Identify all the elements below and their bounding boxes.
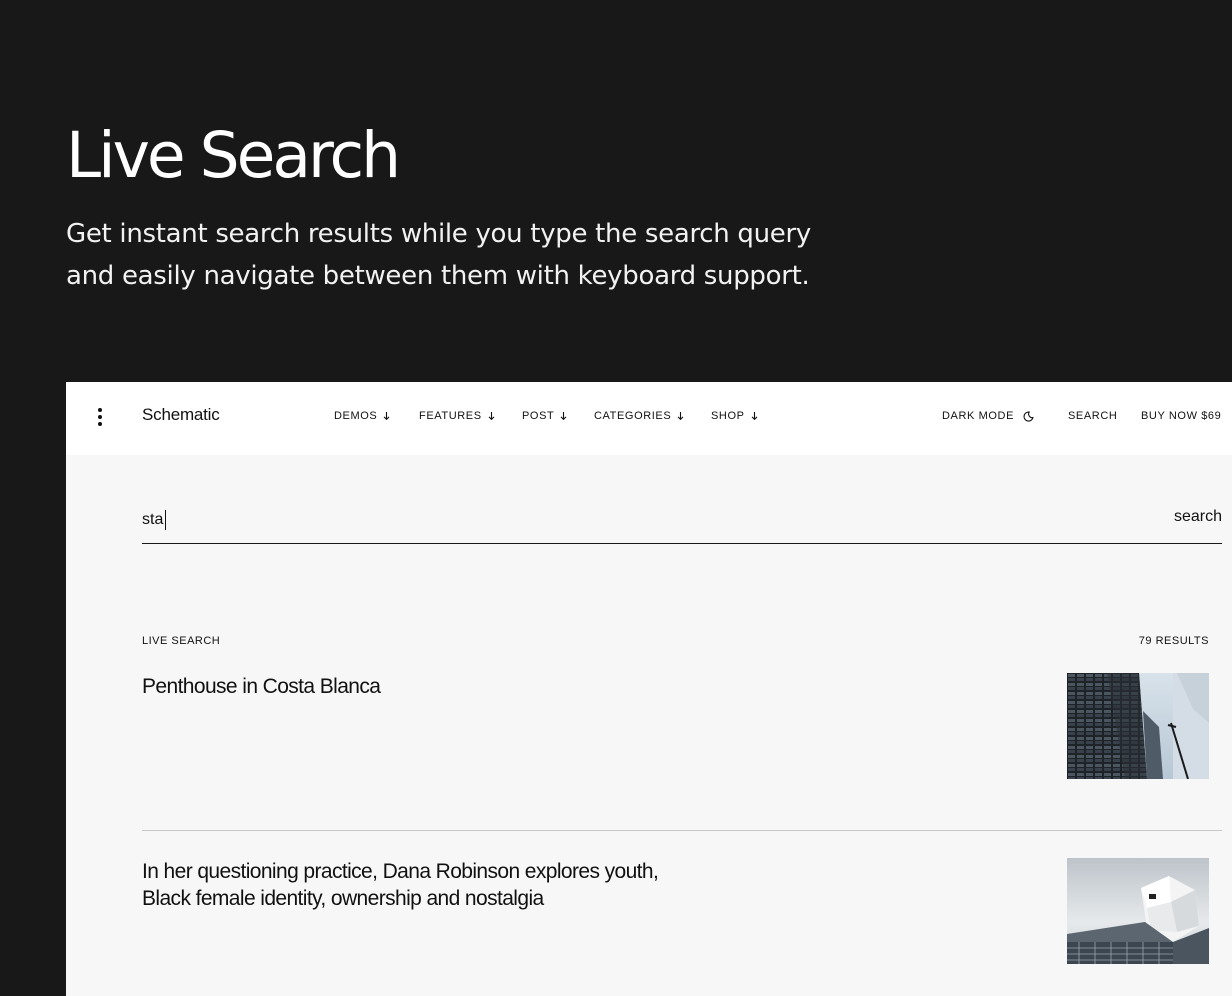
search-result-thumbnail[interactable] <box>1067 858 1209 964</box>
hero-description-line-1: Get instant search results while you typ… <box>66 219 811 249</box>
results-section-label: LIVE SEARCH <box>142 635 221 647</box>
search-link-label: SEARCH <box>1068 410 1118 422</box>
dark-mode-toggle[interactable]: DARK MODE <box>942 410 1034 422</box>
text-cursor <box>165 510 166 530</box>
arrow-down-icon <box>560 412 567 421</box>
arrow-down-icon <box>751 412 757 421</box>
nav-item-label: DEMOS <box>334 410 378 422</box>
search-link[interactable]: SEARCH <box>1068 410 1117 422</box>
search-result-item[interactable]: In her questioning practice, Dana Robins… <box>142 858 1222 964</box>
nav-item-label: FEATURES <box>419 410 482 422</box>
search-result-item[interactable]: Penthouse in Costa Blanca <box>142 673 1222 779</box>
search-form: search <box>142 501 1222 544</box>
nav-item-shop[interactable]: SHOP <box>711 410 759 422</box>
nav-item-label: CATEGORIES <box>594 410 672 422</box>
search-submit-button[interactable]: search <box>1174 508 1222 526</box>
buy-now-label: BUY NOW $69 <box>1141 410 1222 422</box>
arrow-down-icon <box>677 412 684 421</box>
buy-now-button[interactable]: BUY NOW $69 <box>1141 410 1221 422</box>
hero-description-line-2: and easily navigate between them with ke… <box>66 261 810 291</box>
search-result-thumbnail[interactable] <box>1067 673 1209 779</box>
hero-description: Get instant search results while you typ… <box>66 213 946 297</box>
site-header: Schematic DEMOS FEATURES POST CATEGORIES… <box>66 382 1232 455</box>
arrow-down-icon <box>488 412 495 421</box>
nav-item-label: POST <box>522 410 555 422</box>
nav-item-demos[interactable]: DEMOS <box>334 410 391 422</box>
search-result-title[interactable]: In her questioning practice, Dana Robins… <box>142 858 702 912</box>
results-count: 79 RESULTS <box>1138 635 1209 647</box>
hero-title: Live Search <box>66 119 401 192</box>
nav-item-categories[interactable]: CATEGORIES <box>594 410 685 422</box>
site-logo[interactable]: Schematic <box>142 405 220 425</box>
search-result-title[interactable]: Penthouse in Costa Blanca <box>142 673 702 700</box>
dark-mode-label: DARK MODE <box>942 410 1015 422</box>
website-preview: Schematic DEMOS FEATURES POST CATEGORIES… <box>66 382 1232 996</box>
moon-icon <box>1023 411 1034 422</box>
results-divider <box>142 830 1222 831</box>
vertical-dots-icon[interactable] <box>90 403 110 431</box>
arrow-down-icon <box>383 412 390 421</box>
nav-item-features[interactable]: FEATURES <box>419 410 496 422</box>
search-input[interactable] <box>142 509 1042 531</box>
nav-item-label: SHOP <box>711 410 745 422</box>
nav-item-post[interactable]: POST <box>522 410 568 422</box>
